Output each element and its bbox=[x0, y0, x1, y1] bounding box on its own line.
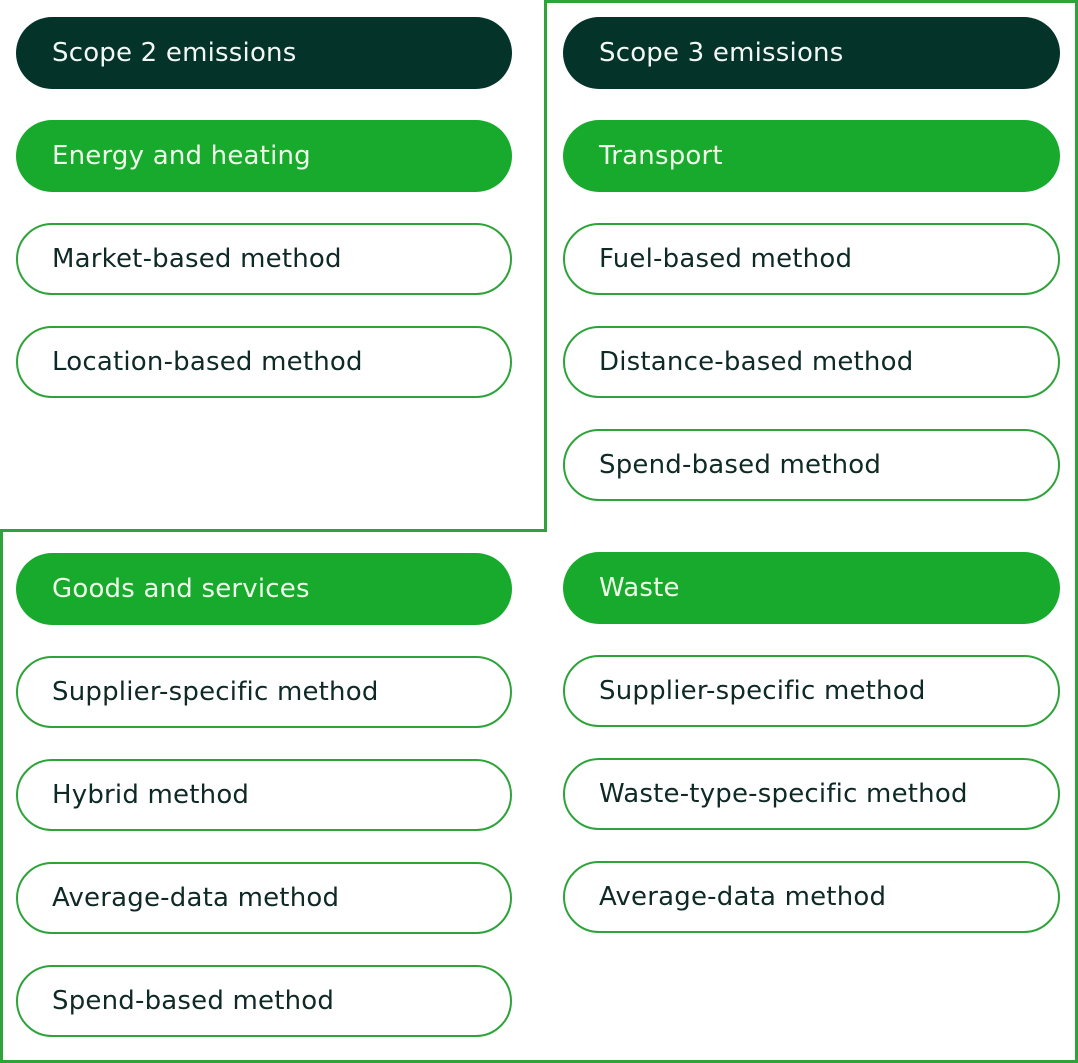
category-label: Waste bbox=[599, 573, 680, 603]
method-spend-based-goods: Spend-based method bbox=[16, 965, 512, 1037]
scope2-header: Scope 2 emissions bbox=[16, 17, 512, 89]
method-label: Average-data method bbox=[599, 882, 887, 912]
method-label: Supplier-specific method bbox=[599, 676, 926, 706]
scope2-header-label: Scope 2 emissions bbox=[52, 38, 297, 68]
scope3-header-label: Scope 3 emissions bbox=[599, 38, 844, 68]
method-label: Distance-based method bbox=[599, 347, 914, 377]
category-energy-and-heating: Energy and heating bbox=[16, 120, 512, 192]
method-label: Waste-type-specific method bbox=[599, 779, 968, 809]
category-label: Goods and services bbox=[52, 574, 310, 604]
category-waste: Waste bbox=[563, 552, 1060, 624]
method-supplier-specific-waste: Supplier-specific method bbox=[563, 655, 1060, 727]
method-label: Average-data method bbox=[52, 883, 340, 913]
category-transport: Transport bbox=[563, 120, 1060, 192]
method-fuel-based: Fuel-based method bbox=[563, 223, 1060, 295]
scope3-frame-top bbox=[544, 0, 1078, 3]
method-average-data-waste: Average-data method bbox=[563, 861, 1060, 933]
method-label: Location-based method bbox=[52, 347, 363, 377]
method-location-based: Location-based method bbox=[16, 326, 512, 398]
method-label: Spend-based method bbox=[52, 986, 335, 1016]
scope3-frame-step bbox=[0, 529, 547, 532]
category-label: Transport bbox=[599, 141, 723, 171]
method-average-data-goods: Average-data method bbox=[16, 862, 512, 934]
scope3-header: Scope 3 emissions bbox=[563, 17, 1060, 89]
method-spend-based-transport: Spend-based method bbox=[563, 429, 1060, 501]
category-goods-and-services: Goods and services bbox=[16, 553, 512, 625]
method-label: Supplier-specific method bbox=[52, 677, 379, 707]
method-label: Fuel-based method bbox=[599, 244, 853, 274]
method-market-based: Market-based method bbox=[16, 223, 512, 295]
method-distance-based: Distance-based method bbox=[563, 326, 1060, 398]
scope3-frame-left bbox=[0, 529, 3, 1063]
method-label: Market-based method bbox=[52, 244, 342, 274]
scope3-frame-inner-left bbox=[544, 0, 547, 532]
method-label: Spend-based method bbox=[599, 450, 882, 480]
category-label: Energy and heating bbox=[52, 141, 311, 171]
method-waste-type-specific: Waste-type-specific method bbox=[563, 758, 1060, 830]
method-supplier-specific-goods: Supplier-specific method bbox=[16, 656, 512, 728]
method-hybrid: Hybrid method bbox=[16, 759, 512, 831]
method-label: Hybrid method bbox=[52, 780, 250, 810]
